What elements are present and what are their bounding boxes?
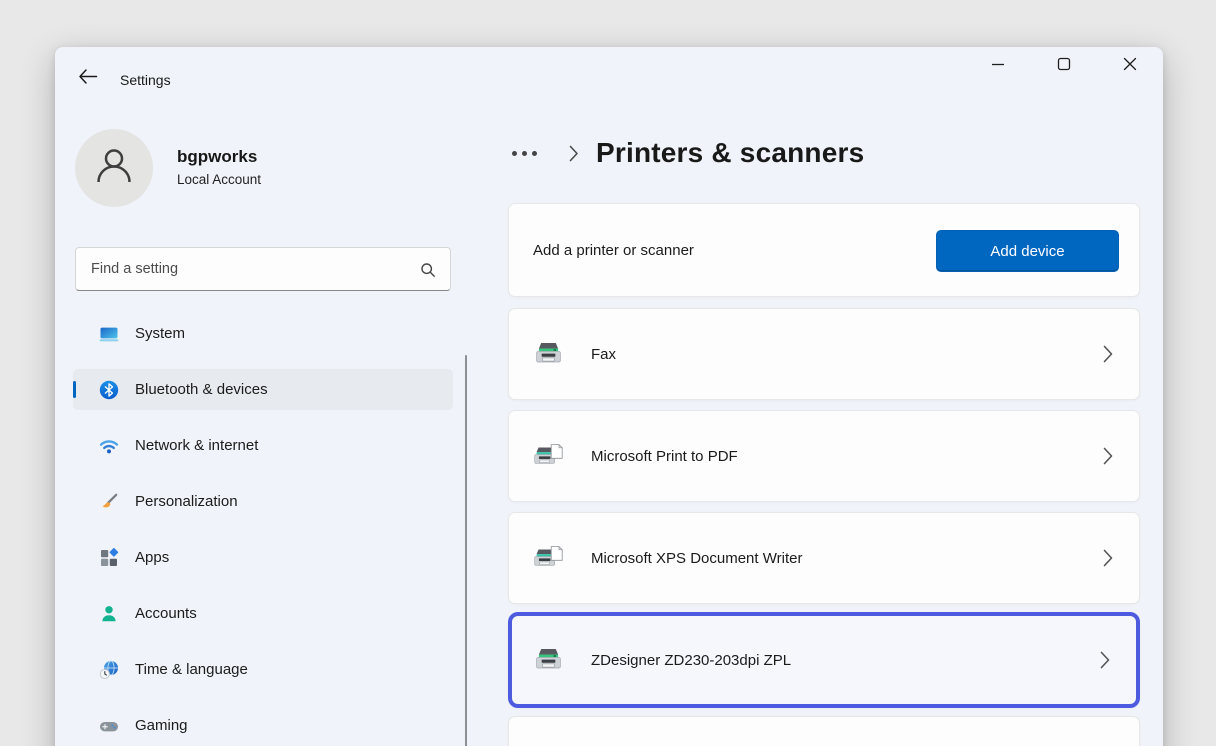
search-box: [75, 247, 451, 291]
chevron-right-icon: [1103, 549, 1113, 567]
breadcrumb-overflow-button[interactable]: [510, 145, 539, 162]
sidebar-item-bluetooth-devices[interactable]: Bluetooth & devices: [73, 369, 453, 410]
printer-row-partial[interactable]: [508, 716, 1140, 746]
person-icon: [91, 143, 137, 194]
ellipsis-icon: [532, 151, 537, 156]
account-type: Local Account: [177, 172, 261, 187]
close-icon: [1123, 57, 1137, 76]
bluetooth-icon: [99, 380, 119, 400]
sidebar-nav: System Bluetooth & devices Network: [73, 313, 453, 746]
printer-document-icon: [533, 545, 565, 572]
sidebar-item-label: Accounts: [135, 605, 197, 622]
sidebar-item-gaming[interactable]: Gaming: [73, 705, 453, 746]
sidebar-item-label: Personalization: [135, 493, 238, 510]
maximize-icon: [1057, 57, 1071, 76]
window-title: Settings: [120, 72, 171, 88]
add-device-button[interactable]: Add device: [936, 230, 1119, 272]
printer-name: Microsoft Print to PDF: [591, 448, 738, 465]
window-controls: [965, 47, 1163, 87]
printer-icon: [533, 647, 565, 674]
add-printer-label: Add a printer or scanner: [533, 242, 694, 259]
avatar: [75, 129, 153, 207]
sidebar-item-label: Network & internet: [135, 437, 258, 454]
ellipsis-icon: [512, 151, 517, 156]
search-input[interactable]: [76, 248, 450, 290]
sidebar-scrollbar[interactable]: [465, 355, 467, 746]
titlebar: Settings: [55, 47, 1163, 95]
system-icon: [99, 324, 119, 344]
page-title: Printers & scanners: [596, 137, 864, 169]
selection-pill: [73, 381, 76, 398]
minimize-icon: [991, 57, 1005, 76]
chevron-right-icon: [1100, 651, 1110, 669]
sidebar-item-time-language[interactable]: Time & language: [73, 649, 453, 690]
sidebar-item-label: Gaming: [135, 717, 188, 734]
main-content: Add a printer or scanner Add device Fax: [508, 203, 1140, 746]
add-printer-card: Add a printer or scanner Add device: [508, 203, 1140, 297]
chevron-right-icon: [1103, 447, 1113, 465]
close-button[interactable]: [1097, 47, 1163, 85]
printer-row-print-to-pdf[interactable]: Microsoft Print to PDF: [508, 410, 1140, 502]
ellipsis-icon: [522, 151, 527, 156]
search-icon[interactable]: [420, 262, 436, 283]
maximize-button[interactable]: [1031, 47, 1097, 85]
sidebar-item-label: Bluetooth & devices: [135, 381, 268, 398]
back-button[interactable]: [72, 64, 102, 94]
sidebar-item-label: Time & language: [135, 661, 248, 678]
back-arrow-icon: [77, 68, 98, 90]
settings-window: Settings: [55, 47, 1163, 746]
account-name: bgpworks: [177, 147, 257, 167]
personalization-icon: [99, 492, 119, 512]
sidebar-item-label: Apps: [135, 549, 169, 566]
printer-name: Microsoft XPS Document Writer: [591, 550, 802, 567]
breadcrumb: Printers & scanners: [510, 131, 864, 175]
chevron-right-icon: [1103, 345, 1113, 363]
gaming-icon: [99, 716, 119, 736]
printer-name: ZDesigner ZD230-203dpi ZPL: [591, 652, 791, 669]
sidebar-item-apps[interactable]: Apps: [73, 537, 453, 578]
network-icon: [99, 436, 119, 456]
printer-row-zdesigner[interactable]: ZDesigner ZD230-203dpi ZPL: [508, 612, 1140, 708]
apps-icon: [99, 548, 119, 568]
printer-document-icon: [533, 443, 565, 470]
sidebar-item-label: System: [135, 325, 185, 342]
printer-row-fax[interactable]: Fax: [508, 308, 1140, 400]
chevron-right-icon: [569, 145, 579, 162]
printer-row-xps-writer[interactable]: Microsoft XPS Document Writer: [508, 512, 1140, 604]
sidebar-item-personalization[interactable]: Personalization: [73, 481, 453, 522]
sidebar-item-accounts[interactable]: Accounts: [73, 593, 453, 634]
sidebar-item-network-internet[interactable]: Network & internet: [73, 425, 453, 466]
printer-icon: [533, 341, 565, 368]
minimize-button[interactable]: [965, 47, 1031, 85]
accounts-icon: [99, 604, 119, 624]
printer-name: Fax: [591, 346, 616, 363]
sidebar-item-system[interactable]: System: [73, 313, 453, 354]
time-language-icon: [99, 660, 119, 680]
